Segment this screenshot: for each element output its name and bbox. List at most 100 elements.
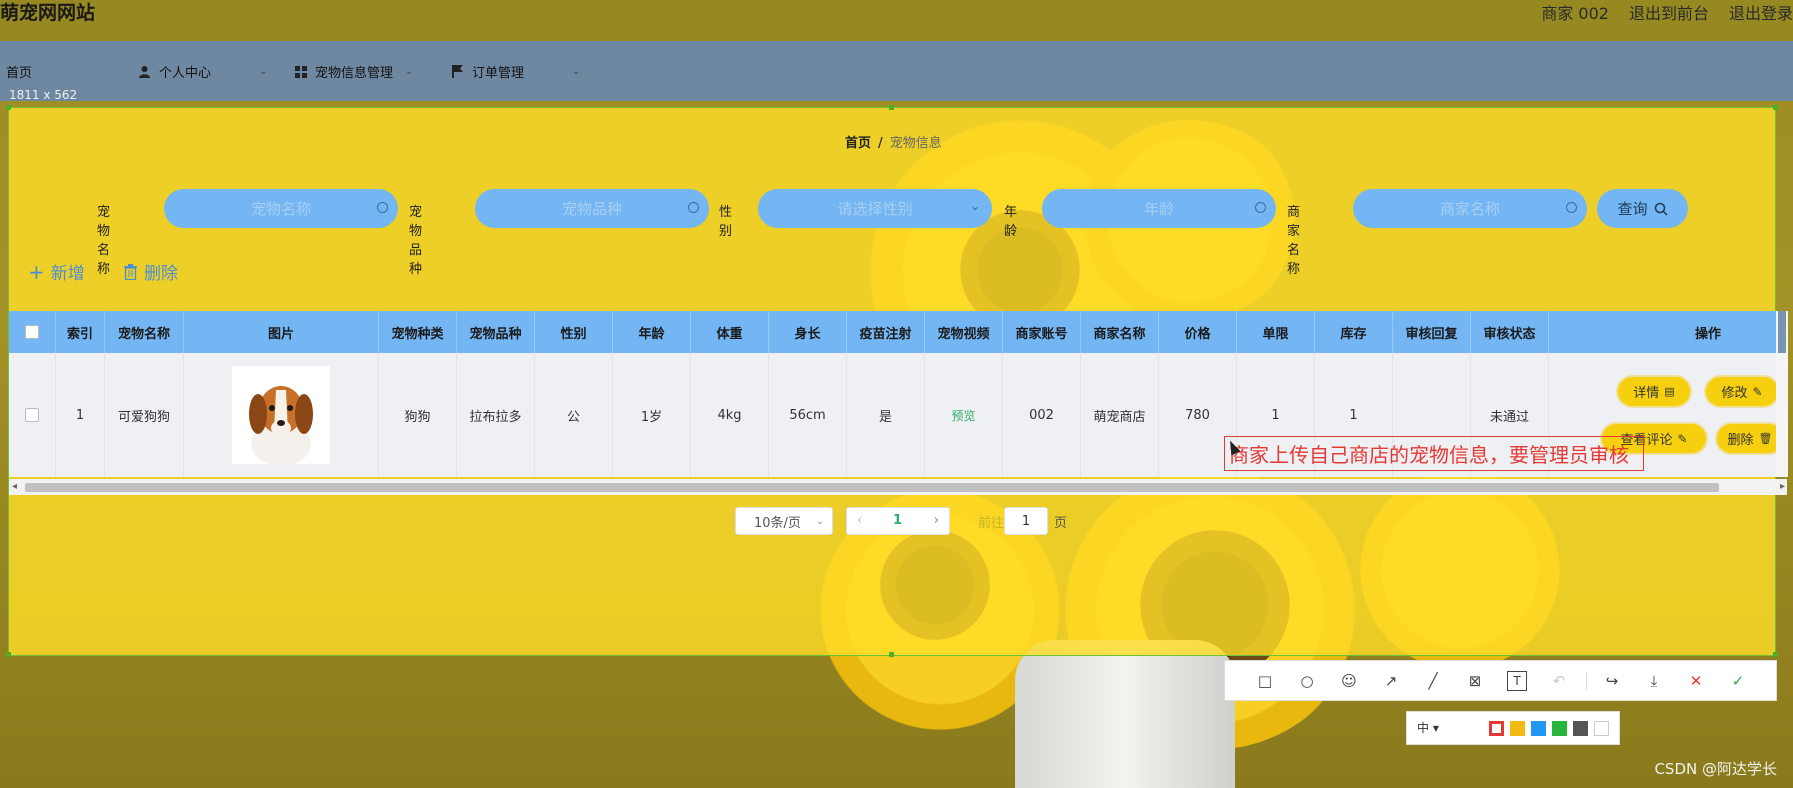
header-review-reply: 审核回复 bbox=[1393, 311, 1471, 353]
vertical-scrollbar[interactable] bbox=[1776, 311, 1788, 477]
delete-button[interactable]: 删除 bbox=[123, 259, 178, 284]
row-select[interactable] bbox=[9, 353, 56, 477]
exit-to-front-link[interactable]: 退出到前台 bbox=[1629, 0, 1709, 24]
text-tool-icon[interactable]: T bbox=[1507, 671, 1527, 691]
checkbox[interactable] bbox=[25, 325, 39, 339]
nav-home-label: 首页 bbox=[6, 66, 33, 81]
vertical-scroll-thumb[interactable] bbox=[1778, 311, 1786, 353]
breadcrumb: 首页 / 宠物信息 bbox=[845, 132, 942, 151]
download-icon[interactable]: ⤓ bbox=[1644, 671, 1664, 691]
dog-image bbox=[232, 366, 330, 464]
breed-placeholder: 宠物品种 bbox=[561, 200, 622, 218]
color-swatch-gray[interactable] bbox=[1573, 721, 1588, 736]
breed-input[interactable]: 宠物品种 bbox=[475, 189, 709, 228]
prev-page-icon[interactable]: ‹ bbox=[857, 513, 862, 528]
share-icon[interactable]: ↪ bbox=[1602, 671, 1622, 691]
pet-name-input[interactable]: 宠物名称 bbox=[164, 189, 398, 228]
cell-gender: 公 bbox=[535, 353, 613, 477]
confirm-check-icon[interactable]: ✓ bbox=[1728, 671, 1748, 691]
page-size-select[interactable]: 10条/页 ⌄ bbox=[735, 507, 833, 535]
mosaic-tool-icon[interactable]: ⊠ bbox=[1465, 671, 1485, 691]
breed-label: 宠物品种 bbox=[409, 205, 423, 277]
pencil-icon: ✎ bbox=[1677, 431, 1688, 446]
header-index: 索引 bbox=[56, 311, 105, 353]
next-page-icon[interactable]: › bbox=[934, 513, 939, 528]
goto-page-input[interactable]: 1 bbox=[1004, 507, 1048, 535]
pager: ‹ 1 › bbox=[846, 507, 950, 535]
cell-video: 预览 bbox=[925, 353, 1003, 477]
cell-merchant-account: 002 bbox=[1003, 353, 1081, 477]
emoji-tool-icon[interactable]: ☺ bbox=[1339, 671, 1359, 691]
resize-handle[interactable] bbox=[889, 652, 894, 657]
edit-button[interactable]: 修改 ✎ bbox=[1704, 375, 1780, 408]
circle-icon bbox=[1566, 202, 1577, 213]
row-delete-button[interactable]: 删除 🗑 bbox=[1715, 422, 1785, 455]
header-select-all[interactable] bbox=[9, 311, 56, 353]
scroll-left-icon[interactable]: ◂ bbox=[12, 481, 17, 492]
horizontal-scroll-thumb[interactable] bbox=[25, 483, 1719, 492]
cell-breed: 拉布拉多 bbox=[457, 353, 535, 477]
logout-link[interactable]: 退出登录 bbox=[1729, 0, 1793, 24]
age-placeholder: 年龄 bbox=[1143, 200, 1174, 218]
cell-age: 1岁 bbox=[613, 353, 691, 477]
nav-home[interactable]: 首页 bbox=[6, 62, 32, 81]
color-swatch-red[interactable] bbox=[1489, 721, 1504, 736]
chevron-down-icon: ⌄ bbox=[572, 66, 581, 77]
close-icon[interactable]: ✕ bbox=[1686, 671, 1706, 691]
resize-handle[interactable] bbox=[1773, 652, 1778, 657]
checkbox[interactable] bbox=[25, 408, 39, 422]
nav-personal-center[interactable]: 个人中心 ⌄ bbox=[138, 62, 267, 81]
resize-handle[interactable] bbox=[889, 105, 894, 110]
resize-handle[interactable] bbox=[6, 105, 11, 110]
header-pet-type: 宠物种类 bbox=[379, 311, 457, 353]
merchant-name-link[interactable]: 商家 002 bbox=[1541, 0, 1609, 24]
grid-icon bbox=[295, 65, 307, 78]
circle-icon bbox=[377, 202, 388, 213]
chevron-down-icon: ⌄ bbox=[969, 199, 980, 213]
goto-prefix: 前往 bbox=[978, 516, 1005, 531]
add-button-label: 新增 bbox=[50, 264, 85, 284]
header-length: 身长 bbox=[769, 311, 847, 353]
header-vaccinated: 疫苗注射 bbox=[847, 311, 925, 353]
color-swatch-blue[interactable] bbox=[1531, 721, 1546, 736]
video-preview-link[interactable]: 预览 bbox=[951, 407, 975, 424]
font-size-select[interactable]: 中 ▾ bbox=[1417, 719, 1439, 736]
screenshot-toolbar: □ ○ ☺ ↗ ╱ ⊠ T ↶ ↪ ⤓ ✕ ✓ bbox=[1224, 660, 1777, 701]
search-icon bbox=[1654, 202, 1668, 216]
scroll-right-icon[interactable]: ▸ bbox=[1780, 481, 1785, 492]
header-right-links: 商家 002 退出到前台 退出登录 bbox=[1541, 0, 1793, 24]
edit-button-label: 修改 bbox=[1721, 386, 1748, 401]
resize-handle[interactable] bbox=[6, 652, 11, 657]
query-button-label: 查询 bbox=[1617, 200, 1648, 218]
horizontal-scrollbar[interactable]: ◂ ▸ bbox=[9, 479, 1787, 495]
site-title: 萌宠网网站 bbox=[0, 2, 96, 24]
line-tool-icon[interactable]: ╱ bbox=[1423, 671, 1443, 691]
rectangle-tool-icon[interactable]: □ bbox=[1255, 671, 1275, 691]
merchant-name-input[interactable]: 商家名称 bbox=[1353, 189, 1587, 228]
undo-icon[interactable]: ↶ bbox=[1549, 671, 1569, 691]
pet-photo[interactable] bbox=[232, 366, 330, 464]
color-swatch-white[interactable] bbox=[1594, 721, 1609, 736]
nav-pet-info-management[interactable]: 宠物信息管理 ⌄ bbox=[295, 62, 413, 81]
cell-weight: 4kg bbox=[691, 353, 769, 477]
add-button[interactable]: + 新增 bbox=[28, 259, 85, 285]
breadcrumb-home[interactable]: 首页 bbox=[845, 136, 871, 151]
merchant-name-placeholder: 商家名称 bbox=[1439, 200, 1500, 218]
annotation-textbox[interactable]: 商家上传自己商店的宠物信息，要管理员审核 bbox=[1224, 436, 1644, 471]
ellipse-tool-icon[interactable]: ○ bbox=[1297, 671, 1317, 691]
detail-button[interactable]: 详情 ▤ bbox=[1616, 375, 1692, 408]
header-age: 年龄 bbox=[613, 311, 691, 353]
header-operations: 操作 bbox=[1694, 326, 1721, 342]
query-button[interactable]: 查询 bbox=[1597, 189, 1688, 228]
nav-order-management[interactable]: 订单管理 ⌄ bbox=[452, 62, 580, 81]
resize-handle[interactable] bbox=[1773, 105, 1778, 110]
gender-select[interactable]: 请选择性别 ⌄ bbox=[758, 189, 992, 228]
arrow-tool-icon[interactable]: ↗ bbox=[1381, 671, 1401, 691]
trash-icon bbox=[124, 263, 137, 280]
pet-name-label: 宠物名称 bbox=[97, 205, 111, 277]
age-input[interactable]: 年龄 bbox=[1042, 189, 1276, 228]
flag-icon bbox=[452, 65, 463, 78]
color-swatch-yellow[interactable] bbox=[1510, 721, 1525, 736]
color-swatch-green[interactable] bbox=[1552, 721, 1567, 736]
current-page[interactable]: 1 bbox=[893, 513, 902, 528]
